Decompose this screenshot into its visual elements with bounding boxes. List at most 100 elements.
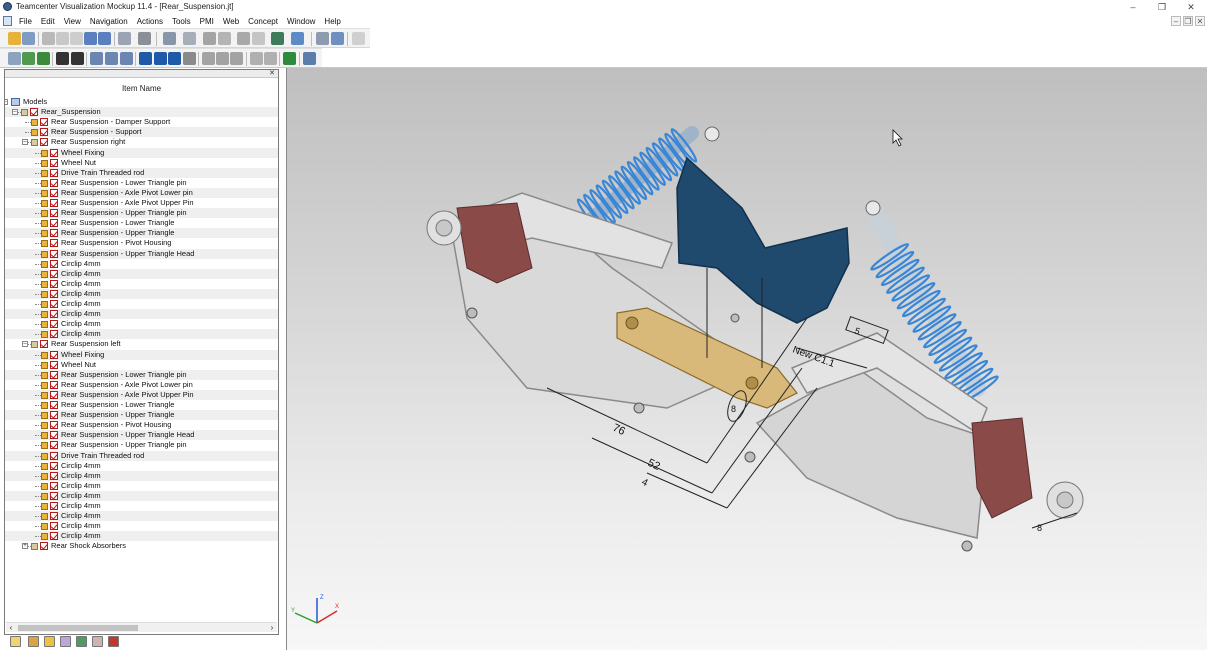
- properties-tab-icon[interactable]: [28, 636, 39, 647]
- tree-row[interactable]: Rear Suspension - Upper Triangle Head: [5, 430, 278, 441]
- fit-all-icon[interactable]: [90, 52, 103, 65]
- tree-row[interactable]: – Rear_Suspension: [5, 107, 278, 118]
- tree-row[interactable]: Rear Suspension - Axle Pivot Lower pin: [5, 380, 278, 390]
- tree-row[interactable]: Circlip 4mm: [5, 490, 278, 501]
- visibility-checkbox[interactable]: [40, 128, 48, 137]
- tree-row[interactable]: – Rear Suspension left: [5, 339, 278, 349]
- rotate-icon[interactable]: [139, 52, 152, 65]
- snapshot-tab-icon[interactable]: [92, 636, 103, 647]
- tree-row[interactable]: – Rear Suspension right: [5, 137, 278, 147]
- display-icon[interactable]: [291, 32, 304, 45]
- visibility-checkbox[interactable]: [40, 118, 48, 127]
- collapse-toggle[interactable]: –: [12, 109, 18, 116]
- scroll-thumb[interactable]: [18, 625, 138, 631]
- tree-row[interactable]: Rear Suspension - Upper Triangle: [5, 410, 278, 421]
- assembly-tab-icon[interactable]: [10, 636, 21, 647]
- tree-row[interactable]: – Models: [5, 97, 278, 107]
- tree-row[interactable]: Circlip 4mm: [5, 268, 278, 279]
- visibility-checkbox[interactable]: [50, 148, 58, 157]
- copy-icon[interactable]: [56, 32, 69, 45]
- wheel-fixing-left[interactable]: [426, 210, 462, 246]
- suspension-model[interactable]: 76 52 4 8 8 New C1.1 5 Z X Y: [287, 68, 1207, 650]
- tree-row[interactable]: Circlip 4mm: [5, 319, 278, 329]
- cut-icon[interactable]: [42, 32, 55, 45]
- visibility-checkbox[interactable]: [40, 340, 48, 349]
- visibility-checkbox[interactable]: [50, 491, 58, 500]
- visibility-checkbox[interactable]: [50, 178, 58, 187]
- visibility-checkbox[interactable]: [40, 138, 48, 147]
- print-icon[interactable]: [118, 32, 131, 45]
- tree-row[interactable]: Circlip 4mm: [5, 309, 278, 320]
- tree-row[interactable]: + Rear Shock Absorbers: [5, 541, 278, 551]
- collapse-toggle[interactable]: –: [22, 341, 28, 348]
- tree-row[interactable]: Wheel Nut: [5, 360, 278, 370]
- visibility-checkbox[interactable]: [50, 219, 58, 228]
- tree-row[interactable]: Rear Suspension - Lower Triangle: [5, 218, 278, 228]
- horizontal-scrollbar[interactable]: ‹ ›: [6, 622, 277, 632]
- visibility-checkbox[interactable]: [50, 431, 58, 440]
- top-view-icon[interactable]: [230, 52, 243, 65]
- visibility-checkbox[interactable]: [50, 209, 58, 218]
- iso-view-icon[interactable]: [250, 52, 263, 65]
- section-icon[interactable]: [203, 32, 216, 45]
- visibility-checkbox[interactable]: [50, 199, 58, 207]
- menu-window[interactable]: Window: [287, 17, 315, 26]
- visibility-checkbox[interactable]: [50, 522, 58, 531]
- visibility-checkbox[interactable]: [50, 461, 58, 470]
- visibility-checkbox[interactable]: [50, 411, 58, 420]
- report-icon[interactable]: [352, 32, 365, 45]
- menu-pmi[interactable]: PMI: [200, 17, 214, 26]
- search-icon[interactable]: [8, 52, 21, 65]
- orbit-icon[interactable]: [183, 52, 196, 65]
- structure-icon[interactable]: [163, 32, 176, 45]
- panel-close-button[interactable]: ✕: [268, 70, 276, 77]
- tree-row[interactable]: Rear Suspension - Pivot Housing: [5, 420, 278, 430]
- tree-row[interactable]: Rear Suspension - Upper Triangle pin: [5, 208, 278, 219]
- visibility-checkbox[interactable]: [50, 350, 58, 359]
- tree-row[interactable]: Rear Suspension - Damper Support: [5, 117, 278, 127]
- menu-web[interactable]: Web: [223, 17, 239, 26]
- visibility-checkbox[interactable]: [50, 279, 58, 288]
- zoom-vertical-icon[interactable]: [168, 52, 181, 65]
- tree-row[interactable]: Circlip 4mm: [5, 521, 278, 531]
- redo-icon[interactable]: [98, 32, 111, 45]
- tree-row[interactable]: Rear Suspension - Lower Triangle pin: [5, 178, 278, 188]
- last-view-icon[interactable]: [71, 52, 84, 65]
- visibility-checkbox[interactable]: [50, 380, 58, 389]
- menu-help[interactable]: Help: [324, 17, 340, 26]
- fit-selected-icon[interactable]: [105, 52, 118, 65]
- open-icon[interactable]: [8, 32, 21, 45]
- mdi-close-button[interactable]: ✕: [1195, 16, 1205, 26]
- visibility-checkbox[interactable]: [50, 481, 58, 490]
- properties-icon[interactable]: [183, 32, 196, 45]
- menu-view[interactable]: View: [64, 17, 81, 26]
- visibility-checkbox[interactable]: [50, 168, 58, 177]
- menu-file[interactable]: File: [19, 17, 32, 26]
- tree-row[interactable]: Circlip 4mm: [5, 299, 278, 309]
- tree-row[interactable]: Wheel Fixing: [5, 147, 278, 158]
- front-view-icon[interactable]: [202, 52, 215, 65]
- tree-row[interactable]: Circlip 4mm: [5, 329, 278, 340]
- refresh-icon[interactable]: [283, 52, 296, 65]
- measure-icon[interactable]: [237, 32, 250, 45]
- tree-row[interactable]: Wheel Nut: [5, 158, 278, 168]
- tree-row[interactable]: Circlip 4mm: [5, 481, 278, 491]
- pan-icon[interactable]: [154, 52, 167, 65]
- expand-toggle[interactable]: +: [22, 543, 28, 550]
- visibility-checkbox[interactable]: [50, 471, 58, 480]
- visibility-checkbox[interactable]: [50, 229, 58, 238]
- scroll-right-arrow[interactable]: ›: [267, 623, 277, 633]
- side-view-icon[interactable]: [216, 52, 229, 65]
- visibility-checkbox[interactable]: [50, 360, 58, 369]
- tree-row[interactable]: Rear Suspension - Axle Pivot Upper Pin: [5, 198, 278, 208]
- undo-icon[interactable]: [84, 32, 97, 45]
- document-icon[interactable]: [3, 16, 12, 26]
- scroll-left-arrow[interactable]: ‹: [6, 623, 16, 633]
- 3d-viewport[interactable]: 76 52 4 8 8 New C1.1 5 Z X Y: [286, 68, 1207, 650]
- visibility-checkbox[interactable]: [50, 370, 58, 379]
- tree-row[interactable]: Circlip 4mm: [5, 531, 278, 542]
- tree-row[interactable]: Rear Suspension - Axle Pivot Lower pin: [5, 187, 278, 198]
- wheel-fixing-right[interactable]: [1046, 481, 1084, 519]
- tree-row[interactable]: Rear Suspension - Support: [5, 127, 278, 138]
- tree-row[interactable]: Circlip 4mm: [5, 511, 278, 522]
